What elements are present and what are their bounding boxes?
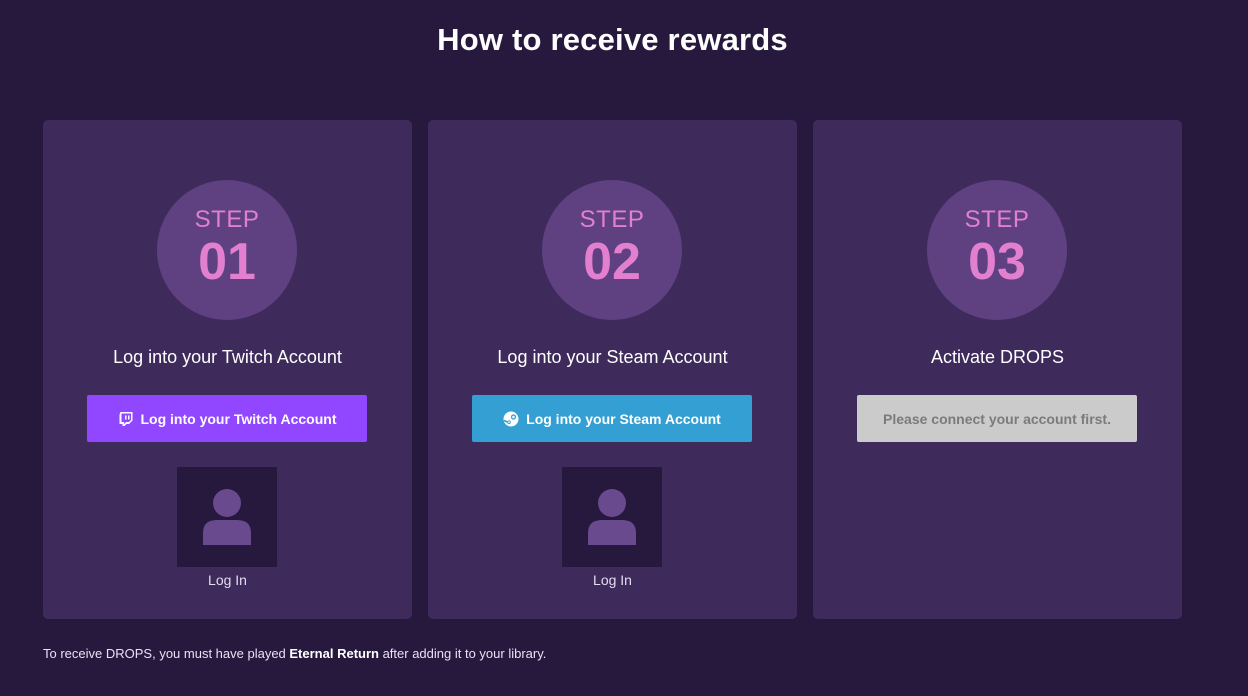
- footnote-text-after: after adding it to your library.: [378, 646, 547, 661]
- step-label: STEP: [579, 206, 645, 233]
- rewards-page: How to receive rewards STEP 01 Log into …: [0, 0, 1248, 696]
- step-number: 01: [198, 233, 256, 291]
- steam-icon: [503, 411, 519, 427]
- steam-login-button-label: Log into your Steam Account: [526, 410, 721, 427]
- step-badge: STEP 03: [927, 180, 1067, 320]
- step-heading: Activate DROPS: [930, 347, 1065, 367]
- activate-drops-button-label: Please connect your account first.: [883, 410, 1111, 427]
- footnote-text-before: To receive DROPS, you must have played: [43, 646, 290, 661]
- step-badge: STEP 02: [542, 180, 682, 320]
- user-avatar-icon: [203, 489, 251, 545]
- step-badge: STEP 01: [157, 180, 297, 320]
- steam-login-button[interactable]: Log into your Steam Account: [472, 395, 752, 442]
- step-heading: Log into your Steam Account: [497, 347, 728, 367]
- steps-container: STEP 01 Log into your Twitch Account Log…: [43, 120, 1182, 619]
- step-card-steam: STEP 02 Log into your Steam Account Log …: [428, 120, 797, 619]
- twitch-icon: [118, 411, 134, 427]
- page-title: How to receive rewards: [437, 22, 788, 57]
- user-avatar-icon: [588, 489, 636, 545]
- twitch-login-link[interactable]: Log In: [43, 572, 412, 588]
- step-heading: Log into your Twitch Account: [113, 347, 342, 367]
- twitch-login-button-label: Log into your Twitch Account: [140, 410, 337, 427]
- step-number: 02: [583, 233, 641, 291]
- step-card-twitch: STEP 01 Log into your Twitch Account Log…: [43, 120, 412, 619]
- steam-user-avatar[interactable]: [562, 467, 662, 567]
- step-label: STEP: [964, 206, 1030, 233]
- footnote-game-name: Eternal Return: [289, 646, 379, 661]
- step-number: 03: [968, 233, 1026, 291]
- activate-drops-button[interactable]: Please connect your account first.: [857, 395, 1137, 442]
- step-card-drops: STEP 03 Activate DROPS Please connect yo…: [813, 120, 1182, 619]
- twitch-login-button[interactable]: Log into your Twitch Account: [87, 395, 367, 442]
- drops-footnote: To receive DROPS, you must have played E…: [43, 646, 546, 661]
- twitch-user-avatar[interactable]: [177, 467, 277, 567]
- step-label: STEP: [194, 206, 260, 233]
- steam-login-link[interactable]: Log In: [428, 572, 797, 588]
